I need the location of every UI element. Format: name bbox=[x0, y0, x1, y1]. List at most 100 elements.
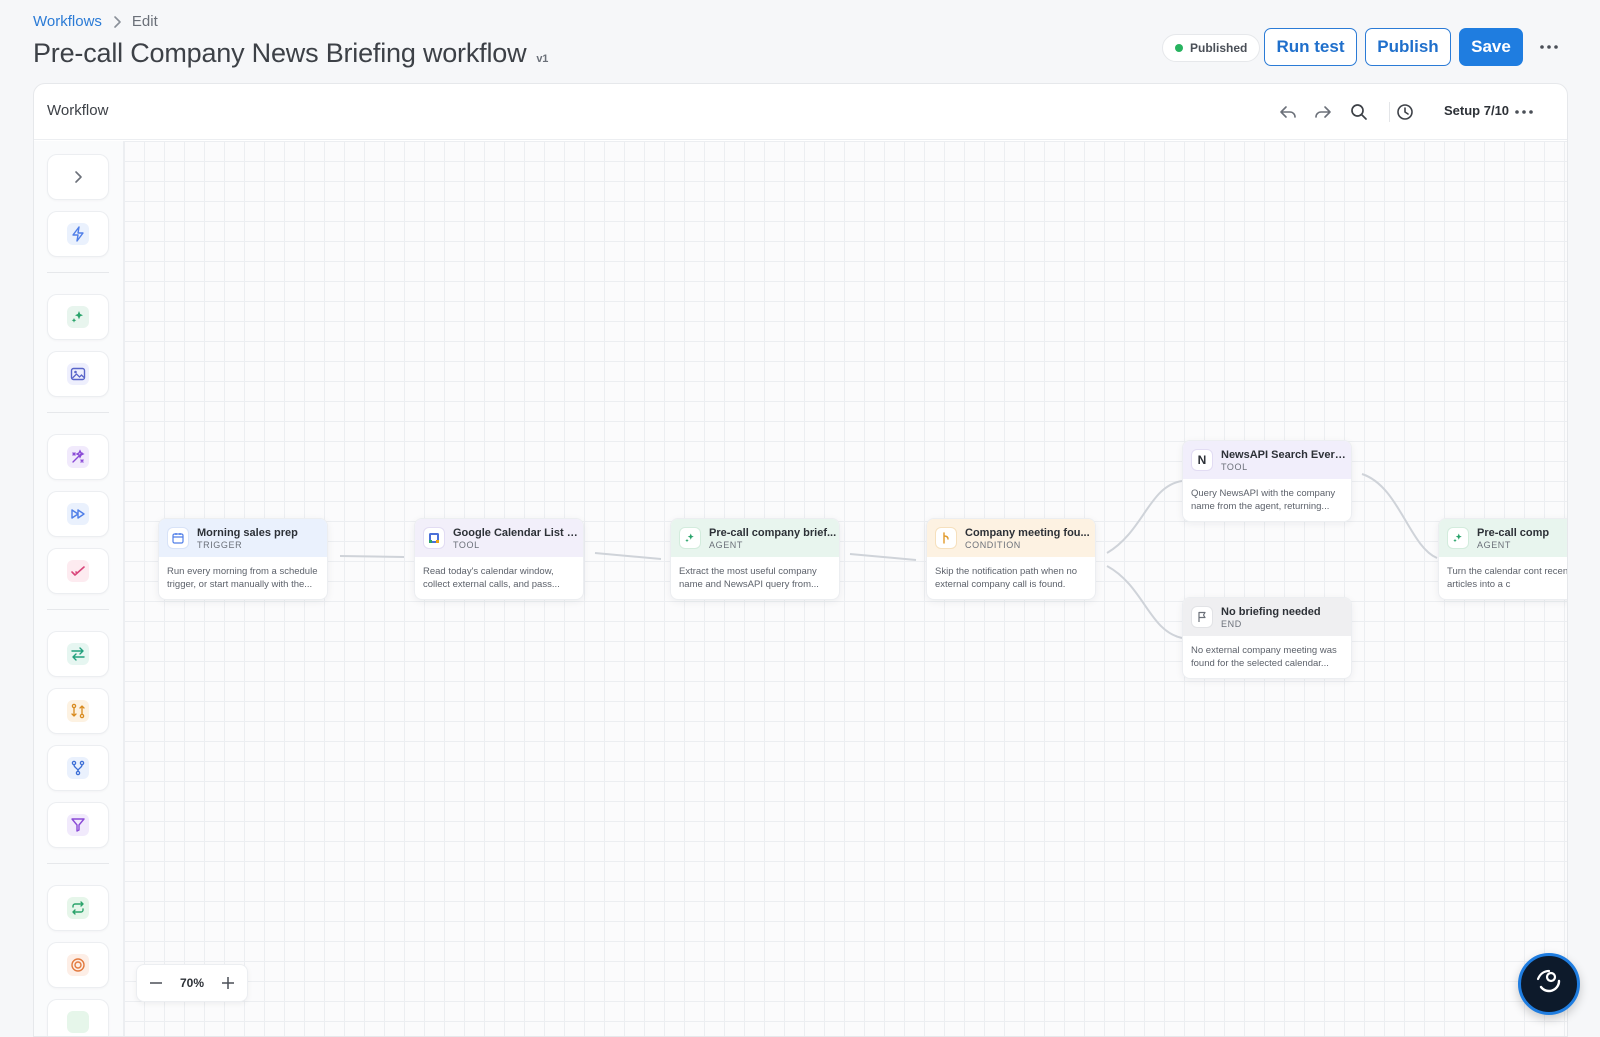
branch-icon bbox=[67, 757, 89, 779]
run-test-button[interactable]: Run test bbox=[1264, 28, 1357, 66]
more-options-icon[interactable] bbox=[1536, 36, 1562, 58]
publish-button[interactable]: Publish bbox=[1365, 28, 1451, 66]
history-icon[interactable] bbox=[1392, 99, 1418, 125]
node-header: Pre-call comp AGENT bbox=[1439, 519, 1567, 557]
flag-icon bbox=[1191, 606, 1213, 628]
node-type: AGENT bbox=[709, 539, 744, 550]
status-label: Published bbox=[1190, 41, 1248, 55]
target-icon bbox=[67, 954, 89, 976]
more-icon[interactable] bbox=[1511, 99, 1537, 125]
node-description: No external company meeting was found fo… bbox=[1191, 645, 1337, 669]
status-badge: Published bbox=[1162, 34, 1261, 62]
image-icon bbox=[67, 363, 89, 385]
palette-divider bbox=[47, 863, 109, 864]
palette-tools-button[interactable] bbox=[47, 434, 109, 480]
palette-compare-button[interactable] bbox=[47, 688, 109, 734]
chevron-right-icon bbox=[112, 15, 122, 29]
node-description: Run every morning from a schedule trigge… bbox=[167, 566, 318, 590]
lightning-trigger-icon bbox=[67, 223, 89, 245]
palette-more-button[interactable] bbox=[47, 999, 109, 1036]
palette-approve-button[interactable] bbox=[47, 548, 109, 594]
workflow-node-end[interactable]: No briefing needed END No external compa… bbox=[1182, 597, 1352, 679]
sparkle-agent-icon bbox=[1447, 527, 1469, 549]
calendar-icon bbox=[167, 527, 189, 549]
page-title: Pre-call Company News Briefing workflow … bbox=[33, 38, 548, 69]
palette-divider bbox=[47, 609, 109, 610]
node-title: Google Calendar List E... bbox=[453, 526, 581, 539]
loop-icon bbox=[67, 897, 89, 919]
palette-branch-button[interactable] bbox=[47, 745, 109, 791]
workflow-node-calendar-tool[interactable]: Google Calendar List E... TOOL Read toda… bbox=[414, 518, 584, 600]
redo-icon[interactable] bbox=[1310, 99, 1336, 125]
node-header: Morning sales prep TRIGGER bbox=[159, 519, 327, 557]
zoom-control: 70% bbox=[136, 964, 248, 1002]
magic-tools-icon bbox=[67, 446, 89, 468]
node-type: TRIGGER bbox=[197, 539, 243, 550]
filter-icon bbox=[67, 814, 89, 836]
panel-title: Workflow bbox=[47, 102, 109, 119]
edge-condition-to-end bbox=[1106, 565, 1183, 639]
palette-agent-button[interactable] bbox=[47, 294, 109, 340]
palette-target-button[interactable] bbox=[47, 942, 109, 988]
sparkle-agent-icon bbox=[679, 527, 701, 549]
node-type: TOOL bbox=[453, 539, 480, 550]
search-icon[interactable] bbox=[1346, 99, 1372, 125]
workflow-node-agent[interactable]: Pre-call company brief... AGENT Extract … bbox=[670, 518, 840, 600]
breadcrumb-current: Edit bbox=[131, 13, 158, 30]
edge-newsapi-to-precall bbox=[1361, 473, 1438, 559]
breadcrumb: Workflows Edit bbox=[33, 13, 158, 30]
palette-transform-button[interactable] bbox=[47, 631, 109, 677]
workflow-panel: Workflow Setup 7/10 Morning sales prep T… bbox=[33, 83, 1568, 1037]
edge-layer bbox=[339, 473, 1438, 639]
palette-extra-icon bbox=[67, 1011, 89, 1033]
workflow-node-precall-agent[interactable]: Pre-call comp AGENT Turn the calendar co… bbox=[1438, 518, 1568, 600]
node-title: NewsAPI Search Every... bbox=[1221, 448, 1349, 461]
condition-branch-icon bbox=[935, 527, 957, 549]
palette-divider bbox=[47, 272, 109, 273]
node-title: No briefing needed bbox=[1221, 605, 1321, 618]
node-type: CONDITION bbox=[965, 539, 1021, 550]
workflow-canvas[interactable]: Morning sales prep TRIGGER Run every mor… bbox=[124, 141, 1568, 1036]
node-title: Pre-call company brief... bbox=[709, 526, 837, 539]
zoom-out-button[interactable] bbox=[149, 976, 163, 990]
newsapi-logo-icon: N bbox=[1191, 449, 1213, 471]
node-palette-sidebar bbox=[34, 141, 124, 1036]
node-header: No briefing needed END bbox=[1183, 598, 1351, 636]
node-description: Skip the notification path when no exter… bbox=[935, 566, 1078, 590]
assistant-logo-icon bbox=[1532, 965, 1566, 1004]
node-header: Company meeting fou... CONDITION bbox=[927, 519, 1095, 557]
workflow-title: Pre-call Company News Briefing workflow bbox=[33, 38, 527, 68]
node-type: END bbox=[1221, 618, 1242, 629]
edge-condition-to-newsapi bbox=[1106, 480, 1183, 554]
edge-trigger-to-calendar bbox=[339, 555, 405, 558]
toolbar-divider bbox=[1389, 102, 1390, 122]
workflow-node-trigger[interactable]: Morning sales prep TRIGGER Run every mor… bbox=[158, 518, 328, 600]
palette-loop-button[interactable] bbox=[47, 885, 109, 931]
undo-icon[interactable] bbox=[1275, 99, 1301, 125]
workflow-node-newsapi-tool[interactable]: N NewsAPI Search Every... TOOL Query New… bbox=[1182, 440, 1352, 522]
palette-image-button[interactable] bbox=[47, 351, 109, 397]
palette-skip-button[interactable] bbox=[47, 491, 109, 537]
status-dot-icon bbox=[1175, 44, 1183, 52]
breadcrumb-workflows-link[interactable]: Workflows bbox=[33, 13, 102, 30]
workflow-node-condition[interactable]: Company meeting fou... CONDITION Skip th… bbox=[926, 518, 1096, 600]
panel-toolbar: Workflow Setup 7/10 bbox=[34, 84, 1567, 140]
checkmark-icon bbox=[67, 560, 89, 582]
setup-progress[interactable]: Setup 7/10 bbox=[1444, 103, 1509, 118]
zoom-in-button[interactable] bbox=[221, 976, 235, 990]
node-description: Query NewsAPI with the company name from… bbox=[1191, 488, 1336, 512]
expand-sidebar-button[interactable] bbox=[47, 154, 109, 200]
palette-trigger-button[interactable] bbox=[47, 211, 109, 257]
node-type: AGENT bbox=[1477, 539, 1512, 550]
palette-filter-button[interactable] bbox=[47, 802, 109, 848]
swap-arrows-icon bbox=[67, 643, 89, 665]
edge-calendar-to-agent bbox=[594, 552, 662, 560]
assistant-chat-button[interactable] bbox=[1518, 953, 1580, 1015]
node-header: Pre-call company brief... AGENT bbox=[671, 519, 839, 557]
node-description: Read today's calendar window, collect ex… bbox=[423, 566, 560, 590]
node-title: Pre-call comp bbox=[1477, 526, 1550, 539]
node-header: N NewsAPI Search Every... TOOL bbox=[1183, 441, 1351, 479]
save-button[interactable]: Save bbox=[1459, 28, 1523, 66]
node-title: Morning sales prep bbox=[197, 526, 298, 539]
node-description: Turn the calendar cont recent articles i… bbox=[1447, 566, 1568, 590]
